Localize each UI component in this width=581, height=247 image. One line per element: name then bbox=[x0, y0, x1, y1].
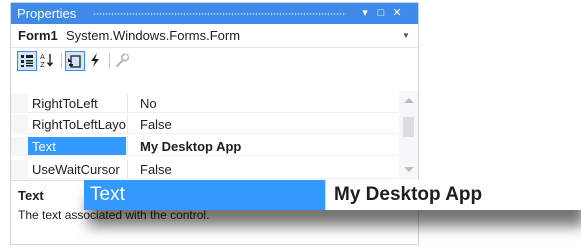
screenshot-stage: Properties ▾ □ ✕ Form1 System.Windows.Fo… bbox=[0, 0, 581, 247]
alphabetical-button[interactable]: A Z bbox=[38, 51, 58, 71]
property-pages-button[interactable] bbox=[113, 51, 133, 71]
window-position-dropdown-icon[interactable]: ▾ bbox=[359, 3, 371, 24]
properties-icon bbox=[68, 55, 81, 68]
description-title: Text bbox=[18, 188, 44, 203]
row-gutter bbox=[11, 160, 28, 179]
object-name: Form1 bbox=[18, 28, 58, 43]
row-gutter bbox=[11, 115, 28, 134]
properties-toolbar: A Z bbox=[11, 48, 418, 74]
property-value[interactable]: No bbox=[127, 94, 398, 113]
close-icon[interactable]: ✕ bbox=[391, 3, 403, 24]
chevron-down-icon[interactable]: ▼ bbox=[402, 25, 410, 47]
events-icon bbox=[91, 53, 99, 67]
categorized-icon bbox=[21, 55, 33, 67]
property-pages-icon bbox=[115, 53, 130, 68]
scrollbar-thumb[interactable] bbox=[403, 117, 414, 137]
row-gutter bbox=[11, 94, 28, 113]
toolbar-separator bbox=[61, 53, 62, 69]
description-text: The text associated with the control. bbox=[18, 208, 210, 222]
vertical-scrollbar[interactable] bbox=[399, 91, 418, 179]
window-title: Properties bbox=[17, 6, 77, 21]
property-row[interactable]: RightToLeftLayout False bbox=[11, 115, 398, 134]
maximize-icon[interactable]: □ bbox=[375, 3, 387, 24]
zoomed-property-value: My Desktop App bbox=[325, 180, 581, 210]
property-name: Text bbox=[28, 137, 126, 156]
scroll-down-icon[interactable] bbox=[404, 167, 414, 172]
alphabetical-icon: A Z bbox=[40, 53, 54, 69]
property-grid: RightToLeft No RightToLeftLayout False T… bbox=[11, 91, 418, 179]
zoomed-property-callout: Text My Desktop App bbox=[84, 180, 581, 210]
row-gutter bbox=[11, 137, 28, 156]
property-row[interactable]: RightToLeft No bbox=[11, 94, 398, 113]
categorized-button[interactable] bbox=[17, 51, 37, 71]
scroll-up-icon[interactable] bbox=[404, 98, 414, 103]
svg-text:A: A bbox=[40, 53, 45, 61]
object-type: System.Windows.Forms.Form bbox=[66, 28, 241, 43]
svg-text:Z: Z bbox=[40, 61, 45, 69]
property-name: RightToLeft bbox=[28, 94, 126, 113]
property-row[interactable]: UseWaitCursor False bbox=[11, 160, 398, 179]
property-value[interactable]: My Desktop App bbox=[127, 137, 398, 156]
properties-button[interactable] bbox=[65, 51, 85, 71]
property-value[interactable]: False bbox=[127, 115, 398, 134]
object-selector[interactable]: Form1 System.Windows.Forms.Form ▼ bbox=[11, 25, 418, 48]
window-titlebar[interactable]: Properties ▾ □ ✕ bbox=[11, 3, 418, 24]
titlebar-grip bbox=[93, 12, 346, 16]
property-value[interactable]: False bbox=[127, 160, 398, 179]
toolbar-separator bbox=[109, 53, 110, 69]
zoomed-property-name: Text bbox=[84, 180, 325, 210]
property-name: UseWaitCursor bbox=[28, 160, 126, 179]
property-name: RightToLeftLayout bbox=[28, 115, 126, 134]
events-button[interactable] bbox=[86, 51, 106, 71]
property-row-selected[interactable]: Text My Desktop App bbox=[11, 137, 398, 156]
